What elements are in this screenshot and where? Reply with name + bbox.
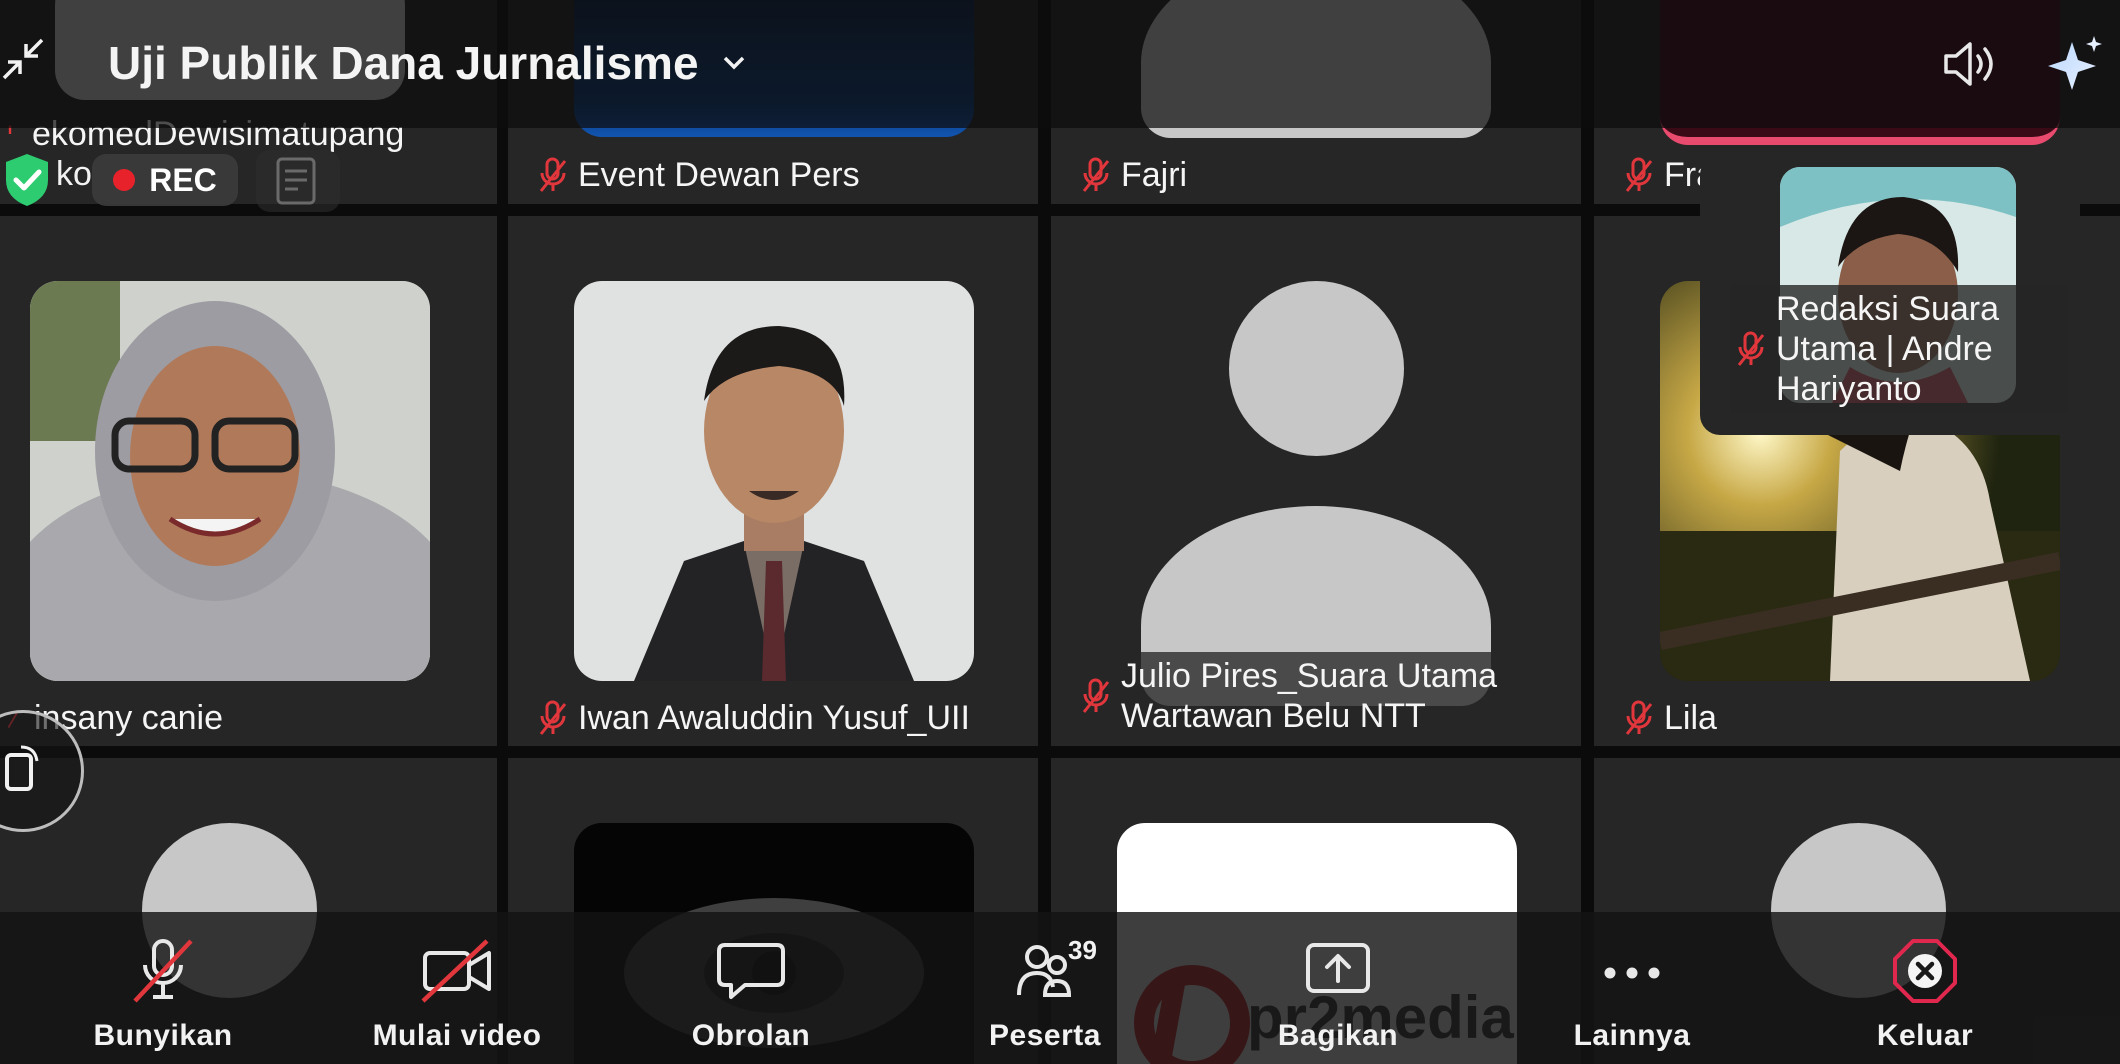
rec-dot-icon (113, 169, 136, 191)
transcript-indicator[interactable] (256, 150, 340, 212)
recording-indicator[interactable]: REC (92, 154, 238, 206)
rec-label: REC (149, 161, 217, 198)
more-label: Lainnya (1573, 1019, 1691, 1052)
participant-name-tag: Lila (1618, 694, 1729, 742)
self-name-line: Redaksi Suara (1776, 290, 2000, 328)
chat-label: Obrolan (691, 1019, 811, 1052)
participant-name-line: Wartawan Belu NTT (1121, 697, 1426, 735)
start-video-label: Mulai video (372, 1019, 542, 1052)
participant-name-tag: Event Dewan Pers (532, 151, 872, 199)
speaker-icon[interactable] (1940, 36, 2000, 92)
mic-muted-icon (539, 157, 567, 192)
self-name: Redaksi Suara Utama | Andre Hariyanto (1776, 289, 1999, 409)
mic-muted-icon (1625, 157, 1653, 192)
transcript-icon (276, 157, 316, 205)
self-name-line: Utama | Andre (1776, 330, 1993, 368)
participant-name-tag: Fajri (1075, 151, 1200, 199)
participants-button[interactable]: 39 Peserta (940, 935, 1150, 1055)
more-icon (1604, 967, 1660, 979)
more-button[interactable]: Lainnya (1527, 935, 1737, 1055)
mic-muted-icon (1082, 157, 1110, 192)
mic-muted-icon (539, 700, 567, 735)
self-name-line: Hariyanto (1776, 370, 1922, 408)
share-label: Bagikan (1277, 1019, 1399, 1052)
participant-name-tag: Julio Pires_Suara Utama Wartawan Belu NT… (1075, 652, 1563, 740)
participant-name-line: Julio Pires_Suara Utama (1121, 657, 1498, 695)
chat-button[interactable]: Obrolan (646, 935, 856, 1055)
participant-name-tag: Iwan Awaluddin Yusuf_UII (532, 694, 982, 742)
participant-name: Event Dewan Pers (578, 156, 860, 194)
start-video-button[interactable]: Mulai video (352, 935, 562, 1055)
participant-photo (574, 281, 974, 681)
participant-name: Lila (1664, 699, 1717, 737)
participant-photo (30, 281, 430, 681)
mic-muted-icon (133, 939, 193, 1003)
video-tile[interactable]: Julio Pires_Suara Utama Wartawan Belu NT… (1051, 216, 1581, 746)
chat-icon (717, 943, 785, 999)
video-feed (574, 281, 974, 681)
participant-name: Iwan Awaluddin Yusuf_UII (578, 699, 970, 737)
participants-label: Peserta (989, 1019, 1101, 1052)
mic-muted-icon (1082, 678, 1110, 713)
mic-muted-icon (1625, 700, 1653, 735)
sparkle-icon[interactable] (2046, 34, 2106, 94)
video-tile[interactable]: insany canie (0, 216, 497, 746)
exit-fullscreen-icon[interactable] (0, 36, 46, 82)
leave-label: Keluar (1876, 1019, 1974, 1052)
video-off-icon (421, 939, 491, 1003)
video-tile[interactable]: Iwan Awaluddin Yusuf_UII (508, 216, 1038, 746)
leave-icon (1893, 939, 1957, 1003)
self-name-tag: Redaksi Suara Utama | Andre Hariyanto (1730, 285, 2068, 413)
rotate-screen-icon (5, 745, 39, 791)
share-icon (1306, 943, 1370, 993)
partial-text: ko (56, 155, 92, 193)
unmute-button[interactable]: Bunyikan (58, 935, 268, 1055)
avatar-placeholder (1229, 281, 1404, 456)
self-view[interactable]: Redaksi Suara Utama | Andre Hariyanto (1700, 155, 2080, 435)
shield-check-icon[interactable] (2, 152, 52, 208)
share-button[interactable]: Bagikan (1233, 935, 1443, 1055)
participants-count-badge: 39 (1068, 935, 1097, 965)
mic-muted-icon (1737, 331, 1765, 366)
meeting-title[interactable]: Uji Publik Dana Jurnalisme (108, 36, 747, 90)
unmute-label: Bunyikan (93, 1019, 233, 1052)
participant-name: Fajri (1121, 156, 1188, 194)
participant-name: Julio Pires_Suara Utama Wartawan Belu NT… (1121, 656, 1497, 736)
leave-button[interactable]: Keluar (1820, 935, 2030, 1055)
chevron-down-icon (723, 56, 744, 70)
meeting-title-text: Uji Publik Dana Jurnalisme (108, 37, 699, 89)
video-feed (30, 281, 430, 681)
